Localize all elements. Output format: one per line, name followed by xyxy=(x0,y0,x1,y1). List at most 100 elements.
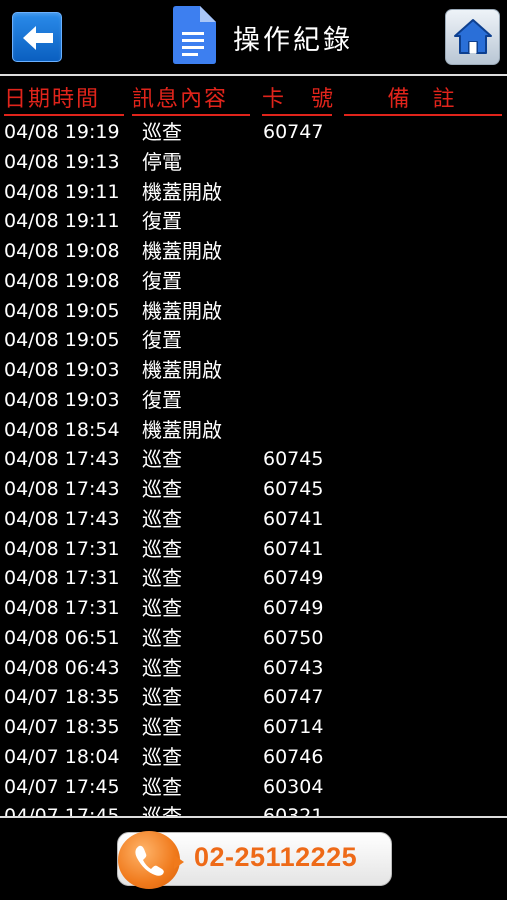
log-message: 巡查 xyxy=(142,685,182,710)
home-button[interactable] xyxy=(445,9,500,65)
log-date: 04/08 19:05 xyxy=(4,299,120,322)
log-message: 復置 xyxy=(142,209,182,234)
log-message: 機蓋開啟 xyxy=(142,179,222,204)
log-row: 04/08 19:03 復置 xyxy=(0,386,507,416)
log-message: 巡查 xyxy=(142,536,182,561)
log-message: 復置 xyxy=(142,328,182,353)
log-date: 04/08 19:05 xyxy=(4,329,120,352)
log-card: 60746 xyxy=(263,745,324,768)
log-row: 04/08 19:05 機蓋開啟 xyxy=(0,297,507,327)
phone-badge-pointer xyxy=(174,855,184,869)
log-card: 60745 xyxy=(263,448,324,471)
log-date: 04/08 17:43 xyxy=(4,448,120,471)
log-date: 04/08 06:43 xyxy=(4,656,120,679)
log-row: 04/08 17:43 巡查 60741 xyxy=(0,505,507,535)
log-card: 60321 xyxy=(263,802,323,816)
log-card: 60741 xyxy=(263,537,324,560)
log-row: 04/08 17:31 巡查 60749 xyxy=(0,594,507,624)
log-card: 60745 xyxy=(263,478,324,500)
log-date: 04/08 17:43 xyxy=(4,478,120,500)
phone-icon-badge xyxy=(118,831,180,889)
log-row: 04/08 18:54 機蓋開啟 xyxy=(0,416,507,446)
log-date: 04/08 17:31 xyxy=(4,597,120,619)
log-card: 60714 xyxy=(263,716,324,738)
document-icon xyxy=(173,6,216,64)
log-date: 04/07 18:04 xyxy=(4,745,120,768)
log-row: 04/07 18:04 巡查 60746 xyxy=(0,743,507,773)
log-date: 04/08 19:19 xyxy=(4,121,120,143)
log-list[interactable]: 04/08 19:19 巡查 60747 04/08 19:13 停電 04/08 19:… xyxy=(0,118,507,816)
header-divider xyxy=(0,74,507,76)
table-header: 日期時間 訊息內容 卡 號 備 註 xyxy=(0,86,507,116)
log-row: 04/08 19:03 機蓋開啟 xyxy=(0,356,507,386)
log-message: 巡查 xyxy=(142,744,182,769)
log-date: 04/08 19:08 xyxy=(4,240,120,262)
log-row: 04/08 19:11 復置 xyxy=(0,207,507,237)
column-header-note: 備 註 xyxy=(344,86,502,116)
log-card: 60741 xyxy=(263,507,324,530)
log-message: 巡查 xyxy=(142,447,182,472)
phone-icon xyxy=(135,845,164,876)
log-row: 04/08 06:43 巡查 60743 xyxy=(0,654,507,684)
log-message: 巡查 xyxy=(142,566,182,591)
log-date: 04/07 18:35 xyxy=(4,686,120,709)
log-date: 04/08 19:03 xyxy=(4,388,120,411)
log-row: 04/08 19:08 機蓋開啟 xyxy=(0,237,507,267)
log-date: 04/08 19:11 xyxy=(4,180,120,203)
log-date: 04/08 19:11 xyxy=(4,210,120,233)
log-card: 60749 xyxy=(263,597,324,619)
log-row: 04/08 17:43 巡查 60745 xyxy=(0,445,507,475)
log-date: 04/08 17:31 xyxy=(4,537,120,560)
log-date: 04/08 17:31 xyxy=(4,567,120,590)
back-arrow-icon xyxy=(23,26,53,50)
log-row: 04/08 17:43 巡查 60745 xyxy=(0,475,507,505)
log-message: 機蓋開啟 xyxy=(142,239,222,263)
log-card: 60747 xyxy=(263,121,324,143)
call-button[interactable]: 02-25112225 xyxy=(117,831,392,889)
log-row: 04/08 19:05 復置 xyxy=(0,326,507,356)
log-card: 60750 xyxy=(263,626,324,649)
log-date: 04/08 19:13 xyxy=(4,150,120,173)
log-row: 04/07 18:35 巡查 60747 xyxy=(0,683,507,713)
log-row: 04/08 19:13 停電 xyxy=(0,148,507,178)
log-date: 04/08 18:54 xyxy=(4,418,120,441)
log-date: 04/08 17:43 xyxy=(4,507,120,530)
log-row: 04/08 19:11 機蓋開啟 xyxy=(0,178,507,208)
log-date: 04/08 19:03 xyxy=(4,359,120,381)
log-card: 60749 xyxy=(263,567,324,590)
log-message: 機蓋開啟 xyxy=(142,417,222,442)
log-message: 巡查 xyxy=(142,715,182,739)
column-header-card: 卡 號 xyxy=(262,86,333,116)
log-message: 巡查 xyxy=(142,802,182,816)
log-message: 巡查 xyxy=(142,774,182,799)
column-header-date: 日期時間 xyxy=(4,86,124,116)
log-message: 巡查 xyxy=(142,506,182,531)
log-card: 60304 xyxy=(263,775,324,798)
back-button[interactable] xyxy=(12,12,62,62)
log-message: 巡查 xyxy=(142,625,182,650)
app-header: 操作紀錄 xyxy=(0,0,507,74)
log-row: 04/07 17:45 巡查 60304 xyxy=(0,773,507,803)
log-message: 巡查 xyxy=(142,655,182,680)
log-row: 04/07 18:35 巡查 60714 xyxy=(0,713,507,743)
log-row: 04/08 17:31 巡查 60749 xyxy=(0,564,507,594)
log-row: 04/08 19:19 巡查 60747 xyxy=(0,118,507,148)
log-row: 04/08 06:51 巡查 60750 xyxy=(0,624,507,654)
log-message: 機蓋開啟 xyxy=(142,298,222,323)
column-header-message: 訊息內容 xyxy=(132,86,250,116)
log-row: 04/07 17:45 巡查 60321 xyxy=(0,802,507,816)
log-message: 巡查 xyxy=(142,596,182,620)
log-date: 04/07 17:45 xyxy=(4,802,120,816)
home-icon xyxy=(454,19,492,54)
phone-number: 02-25112225 xyxy=(194,842,358,872)
log-row: 04/08 19:08 復置 xyxy=(0,267,507,297)
log-message: 復置 xyxy=(142,387,182,412)
log-message: 巡查 xyxy=(142,477,182,501)
log-date: 04/07 17:45 xyxy=(4,775,120,798)
log-row: 04/08 17:31 巡查 60741 xyxy=(0,535,507,565)
log-message: 停電 xyxy=(142,149,182,174)
log-message: 復置 xyxy=(142,268,182,293)
log-date: 04/07 18:35 xyxy=(4,716,120,738)
log-card: 60747 xyxy=(263,686,324,709)
log-message: 機蓋開啟 xyxy=(142,358,222,382)
